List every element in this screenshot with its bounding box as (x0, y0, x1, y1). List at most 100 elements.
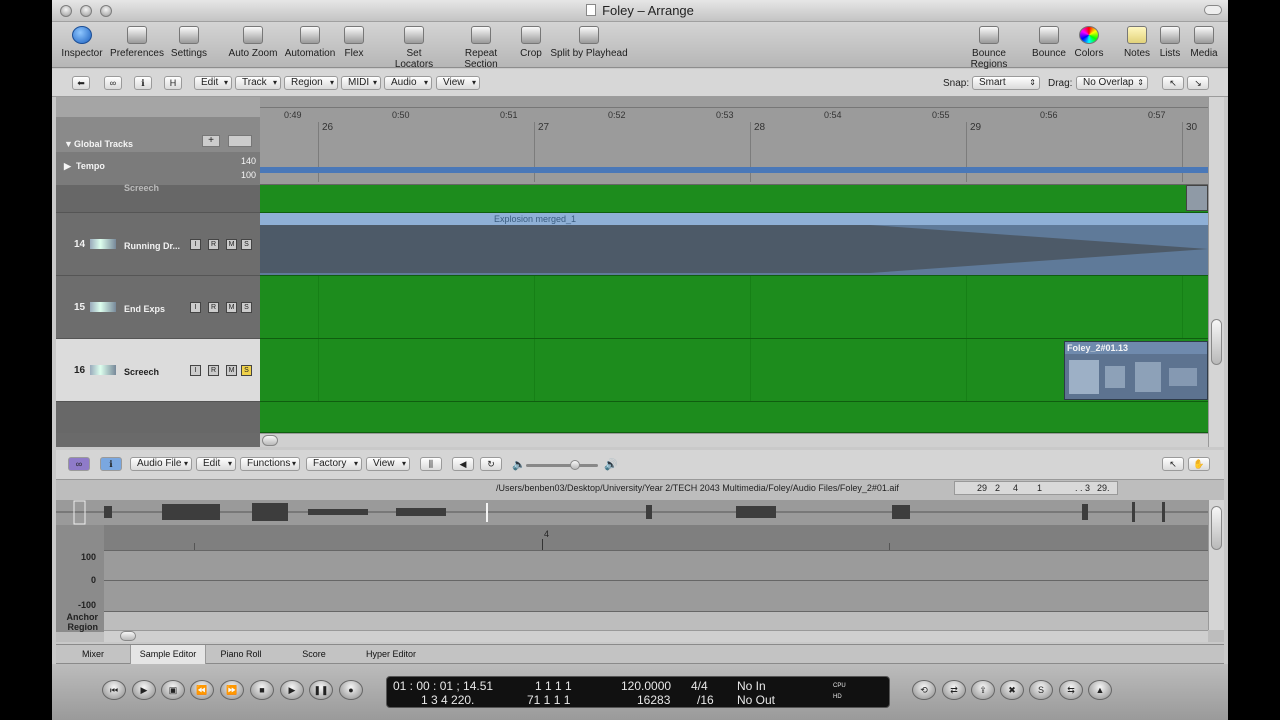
midi-menu[interactable]: MIDI ▾ (341, 76, 381, 90)
hide-button[interactable]: H (164, 76, 182, 90)
hand-tool-button[interactable]: ✋ (1188, 457, 1210, 471)
record-enable-button[interactable]: R (208, 239, 219, 250)
catch-button[interactable]: ℹ (100, 457, 122, 471)
inspector-button[interactable]: Inspector (60, 26, 104, 59)
scroll-thumb[interactable] (120, 631, 136, 641)
metronome-toggle-button[interactable]: ✖ (1000, 680, 1024, 700)
solo-button[interactable]: S (241, 239, 252, 250)
volume-slider-knob[interactable] (570, 460, 580, 470)
bounce-button[interactable]: Bounce (1032, 26, 1066, 59)
cycle-region-button[interactable]: ▣ (161, 680, 185, 700)
link-button[interactable]: ∞ (68, 457, 90, 471)
input-monitor-button[interactable]: I (190, 302, 201, 313)
arrange-vertical-scrollbar[interactable] (1208, 97, 1224, 447)
tab-mixer[interactable]: Mixer (56, 645, 130, 664)
scroll-thumb[interactable] (1211, 319, 1222, 365)
catch-button[interactable]: ℹ (134, 76, 152, 90)
track-lane-empty[interactable] (260, 402, 1208, 433)
view-menu[interactable]: View ▾ (366, 457, 410, 471)
set-locators-button[interactable]: Set Locators (386, 26, 442, 70)
factory-menu[interactable]: Factory ▾ (306, 457, 362, 471)
notes-button[interactable]: Notes (1122, 26, 1152, 59)
tab-piano-roll[interactable]: Piano Roll (206, 645, 276, 664)
mute-button[interactable]: M (226, 365, 237, 376)
bounce-regions-button[interactable]: Bounce Regions (954, 26, 1024, 70)
repeat-section-button[interactable]: Repeat Section (448, 26, 514, 70)
fast-forward-button[interactable]: ⏩ (220, 680, 244, 700)
back-button[interactable]: ⬅ (72, 76, 90, 90)
track-header-end-exps[interactable]: 15 End Exps I R M S (56, 276, 260, 339)
waveform-overview[interactable] (56, 500, 1208, 525)
arrange-horizontal-scrollbar[interactable] (260, 433, 1208, 447)
region-menu[interactable]: Region ▾ (284, 76, 338, 90)
auto-zoom-button[interactable]: Auto Zoom (227, 26, 279, 59)
cycle-button[interactable]: ⇄ (942, 680, 966, 700)
sample-editor-scrollbar[interactable] (104, 630, 1208, 642)
play-from-selection-button[interactable]: ▶ (132, 680, 156, 700)
tempo-disclosure-icon[interactable]: ▶ (64, 161, 71, 172)
waveform-zoom-button[interactable]: ⫼ (420, 457, 442, 471)
media-button[interactable]: Media (1188, 26, 1220, 59)
region-partial[interactable] (1186, 185, 1208, 211)
tab-sample-editor[interactable]: Sample Editor (130, 645, 206, 664)
add-track-icon[interactable]: + (202, 135, 220, 147)
metronome-button[interactable]: ▲ (1088, 680, 1112, 700)
solo-button[interactable]: S (241, 365, 252, 376)
tempo-line[interactable] (260, 167, 1208, 173)
link-button[interactable]: ∞ (104, 76, 122, 90)
play-region-button[interactable]: ◀ (452, 457, 474, 471)
folder-track-button[interactable] (228, 135, 252, 147)
track-lane-end-exps[interactable] (260, 276, 1208, 339)
loop-button[interactable]: ↻ (480, 457, 502, 471)
view-menu[interactable]: View ▾ (436, 76, 480, 90)
lists-button[interactable]: Lists (1156, 26, 1184, 59)
pause-button[interactable]: ❚❚ (309, 680, 333, 700)
waveform-display[interactable] (104, 550, 1208, 612)
edit-menu[interactable]: Edit ▾ (196, 457, 236, 471)
scroll-thumb[interactable] (1211, 506, 1222, 550)
replace-button[interactable]: ⟲ (912, 680, 936, 700)
track-menu[interactable]: Track ▾ (235, 76, 281, 90)
record-enable-button[interactable]: R (208, 365, 219, 376)
autopunch-button[interactable]: ⇪ (971, 680, 995, 700)
settings-button[interactable]: Settings (168, 26, 210, 59)
tab-score[interactable]: Score (276, 645, 352, 664)
track-lane-running[interactable]: Explosion merged_1 (260, 213, 1208, 276)
drag-select[interactable]: No Overlap ⇕ (1076, 76, 1148, 90)
track-lane-partial[interactable] (260, 185, 1208, 213)
scroll-thumb[interactable] (262, 435, 278, 446)
secondary-tool-button[interactable]: ↘ (1187, 76, 1209, 90)
audio-menu[interactable]: Audio ▾ (384, 76, 432, 90)
colors-button[interactable]: Colors (1072, 26, 1106, 59)
edit-menu[interactable]: Edit ▾ (194, 76, 232, 90)
go-to-start-button[interactable]: ⏮ (102, 680, 126, 700)
mute-button[interactable]: M (226, 239, 237, 250)
sample-editor-vertical-scrollbar[interactable] (1208, 500, 1224, 630)
pointer-tool-button[interactable]: ↖ (1162, 457, 1184, 471)
record-button[interactable]: ● (339, 680, 363, 700)
input-monitor-button[interactable]: I (190, 365, 201, 376)
solo-mode-button[interactable]: S (1029, 680, 1053, 700)
rewind-button[interactable]: ⏪ (190, 680, 214, 700)
volume-slider[interactable] (526, 460, 598, 470)
preferences-button[interactable]: Preferences (110, 26, 164, 59)
stop-button[interactable]: ■ (250, 680, 274, 700)
bar-ruler[interactable]: 0:49 0:50 0:51 0:52 0:53 0:54 0:55 0:56 … (260, 97, 1208, 185)
input-monitor-button[interactable]: I (190, 239, 201, 250)
crop-button[interactable]: Crop (518, 26, 544, 59)
pointer-tool-button[interactable]: ↖ (1162, 76, 1184, 90)
flex-button[interactable]: Flex (342, 26, 366, 59)
functions-menu[interactable]: Functions ▾ (240, 457, 300, 471)
tab-hyper-editor[interactable]: Hyper Editor (352, 645, 430, 664)
snap-select[interactable]: Smart ⇕ (972, 76, 1040, 90)
global-tracks-disclosure-icon[interactable]: ▼ (64, 139, 73, 149)
split-by-playhead-button[interactable]: Split by Playhead (550, 26, 628, 59)
transport-display[interactable]: 01 : 00 : 01 ; 14.51 1 3 4 220. 1 1 1 1 … (386, 676, 890, 708)
audio-file-menu[interactable]: Audio File ▾ (130, 457, 192, 471)
mute-button[interactable]: M (226, 302, 237, 313)
sync-button[interactable]: ⇆ (1059, 680, 1083, 700)
solo-button[interactable]: S (241, 302, 252, 313)
track-header-partial[interactable]: Screech (56, 183, 260, 213)
track-lane-screech[interactable]: Foley_2#01.13 (260, 339, 1208, 402)
play-button[interactable]: ▶ (280, 680, 304, 700)
